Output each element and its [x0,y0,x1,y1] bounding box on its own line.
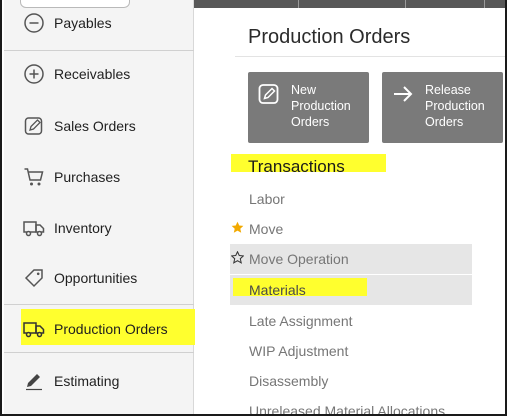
transaction-link-move[interactable]: Move [230,214,472,244]
sidebar-item-sales-orders[interactable]: Sales Orders [4,104,194,148]
sidebar-item-receivables[interactable]: Receivables [4,52,194,96]
release-production-orders-tile[interactable]: Release Production Orders [382,72,503,143]
top-toolbar [194,0,505,8]
transaction-label: WIP Adjustment [249,343,349,359]
star-outline-icon[interactable] [230,250,245,264]
sidebar-item-label: Payables [54,15,112,31]
tag-icon [22,266,46,290]
star-filled-icon[interactable] [231,221,244,234]
transaction-link-disassembly[interactable]: Disassembly [230,366,472,396]
transaction-label: Move [249,221,284,237]
sidebar-item-label: Inventory [54,220,112,236]
sidebar-item-label: Receivables [54,66,131,82]
transaction-label: Late Assignment [249,313,353,329]
new-production-orders-tile[interactable]: New Production Orders [248,72,369,143]
sidebar-item-label: Opportunities [54,270,138,286]
transaction-link-unreleased-material-allocations[interactable]: Unreleased Material Allocations [230,396,500,416]
transaction-link-move-operation[interactable]: Move Operation [230,244,472,274]
transaction-link-materials-label-row: Materials [230,275,472,305]
divider [4,50,194,51]
edit-icon [258,83,280,105]
sidebar-item-production-orders[interactable]: Production Orders [4,307,194,351]
divider [484,0,485,8]
sidebar-item-payables[interactable]: Payables [4,1,194,45]
arrow-right-icon [392,83,414,105]
sidebar: Payables Receivables Sales Orders Purcha… [4,0,196,414]
sidebar-item-estimating[interactable]: Estimating [4,359,194,403]
divider [4,352,194,353]
sidebar-item-opportunities[interactable]: Opportunities [4,256,194,300]
sidebar-item-label: Sales Orders [54,118,136,134]
truck-icon [22,216,46,240]
transaction-label: Labor [249,191,285,207]
page-title: Production Orders [248,26,411,48]
sidebar-item-label: Purchases [54,169,121,185]
truck-icon [22,317,46,341]
workspace-panel: Production Orders New Production Orders … [195,8,505,416]
pencil-square-icon [22,114,46,138]
transaction-label: Unreleased Material Allocations [249,403,446,416]
minus-circle-icon [22,11,46,35]
tile-label: Release Production Orders [425,83,485,129]
transaction-link-late-assignment[interactable]: Late Assignment [230,306,472,336]
transaction-label: Materials [249,282,306,298]
sidebar-item-purchases[interactable]: Purchases [4,155,194,199]
divider [405,0,406,8]
section-title-transactions: Transactions [248,157,345,176]
sidebar-item-label: Estimating [54,373,120,389]
sidebar-item-inventory[interactable]: Inventory [4,206,194,250]
tile-label: New Production Orders [291,83,351,129]
transaction-link-labor[interactable]: Labor [230,184,472,214]
plus-circle-icon [22,62,46,86]
app-window: Payables Receivables Sales Orders Purcha… [0,0,507,416]
transaction-link-wip-adjustment[interactable]: WIP Adjustment [230,336,472,366]
cart-icon [22,165,46,189]
divider [4,304,194,305]
divider [298,0,299,8]
divider [235,56,505,57]
pencil-icon [22,369,46,393]
sidebar-item-label: Production Orders [54,321,168,337]
transaction-label: Move Operation [249,251,349,267]
transaction-label: Disassembly [249,373,329,389]
